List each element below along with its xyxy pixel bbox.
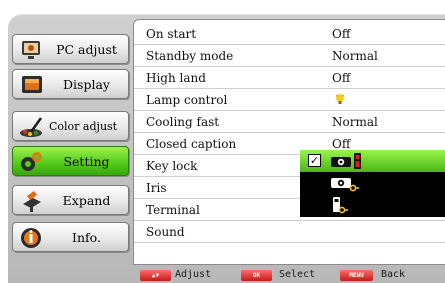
projector-lock-icon (331, 178, 359, 192)
sidebar-item-setting[interactable]: Setting (12, 146, 129, 176)
check-icon: ✓ (308, 154, 321, 167)
sidebar-item-info[interactable]: Info. (12, 222, 129, 252)
setting-label: Closed caption (146, 137, 237, 151)
key-lock-option-remote[interactable] (300, 194, 445, 216)
sidebar-item-pc-adjust[interactable]: PC adjust (12, 34, 129, 64)
sidebar-item-label: Setting (63, 153, 110, 169)
sidebar-item-label: Expand (62, 192, 111, 208)
remote-lock-icon (333, 197, 348, 214)
lamp-icon (335, 94, 345, 104)
key-lock-option-projector-and-remote[interactable]: ✓ (300, 150, 445, 172)
setting-value: Off (332, 71, 351, 85)
color-adjust-icon (20, 117, 43, 137)
sidebar-item-expand[interactable]: Expand (12, 185, 129, 215)
setting-row-cooling-fast[interactable]: Cooling fast Normal (134, 111, 445, 133)
setting-label: High land (146, 71, 206, 85)
select-hint: Select (279, 269, 316, 280)
setting-label: On start (146, 27, 197, 41)
setting-label: Lamp control (146, 93, 228, 107)
sidebar-item-label: Display (63, 76, 110, 92)
projector-and-remote-lock-icon (331, 153, 361, 169)
setting-value: Off (332, 137, 351, 151)
key-lock-dropdown: ✓ (300, 150, 445, 217)
sidebar-item-label: Color adjust (49, 119, 118, 133)
adjust-hint: Adjust (175, 269, 212, 280)
setting-value: Off (332, 27, 351, 41)
setting-label: Terminal (146, 203, 200, 217)
settings-panel: On start Off Standby mode Normal High la… (133, 19, 445, 265)
setting-label: Cooling fast (146, 115, 220, 129)
setting-value: Normal (332, 49, 378, 63)
setting-row-sound[interactable]: Sound (134, 221, 445, 243)
expand-icon (23, 191, 41, 212)
help-bar: ▲▼ Adjust OK Select MENU Back (133, 268, 445, 283)
setting-label: Sound (146, 225, 185, 239)
adjust-key-icon: ▲▼ (140, 270, 171, 281)
setting-value: Normal (332, 115, 378, 129)
sidebar-item-label: Info. (72, 229, 101, 245)
setting-row-on-start[interactable]: On start Off (134, 23, 445, 45)
back-key-icon: MENU (340, 270, 373, 281)
setting-row-lamp-control[interactable]: Lamp control (134, 89, 445, 111)
setting-row-high-land[interactable]: High land Off (134, 67, 445, 89)
select-key-icon: OK (241, 270, 272, 281)
info-icon (21, 228, 41, 248)
back-hint: Back (381, 269, 406, 280)
setting-label: Key lock (146, 159, 198, 173)
display-icon (22, 76, 42, 93)
sidebar-item-label: PC adjust (56, 41, 117, 57)
setting-label: Iris (146, 181, 167, 195)
sidebar-item-display[interactable]: Display (12, 69, 129, 99)
key-lock-option-projector[interactable] (300, 172, 445, 194)
setting-row-standby-mode[interactable]: Standby mode Normal (134, 45, 445, 67)
sidebar-item-color-adjust[interactable]: Color adjust (12, 111, 129, 141)
setting-icon (21, 152, 42, 171)
pc-adjust-icon (22, 41, 40, 59)
setting-label: Standby mode (146, 49, 234, 63)
